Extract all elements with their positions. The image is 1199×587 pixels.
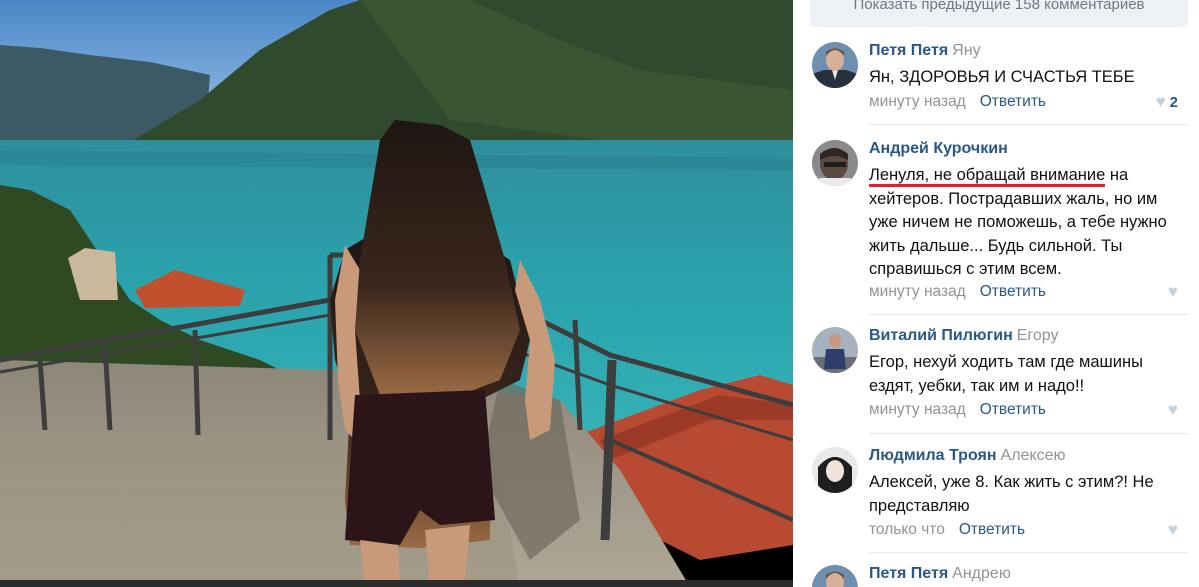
comment-meta: минуту назад Ответить [869,93,1046,111]
heart-icon: ♥ [1155,92,1166,111]
comment: Людмила Троян Алексею Алексей, уже 8. Как… [810,447,1188,542]
heart-icon: ♥ [1167,282,1178,301]
author-name-link[interactable]: Людмила Троян [869,447,997,464]
reply-to-name[interactable]: Егору [1017,327,1059,344]
avatar[interactable] [812,447,858,493]
like-button[interactable]: ♥ [1168,282,1178,302]
divider [869,314,1188,315]
author-name-link[interactable]: Петя Петя [869,42,948,59]
like-count: 2 [1169,93,1178,111]
reply-to-name[interactable]: Андрею [952,565,1011,582]
comment-meta: минуту назад Ответить [869,401,1046,419]
comment-author: Андрей Курочкин [869,140,1008,158]
divider [869,124,1188,125]
author-name-link[interactable]: Виталий Пилюгин [869,327,1013,344]
comment-author: Петя Петя Яну [869,42,981,60]
comment-time[interactable]: минуту назад [869,401,966,418]
like-button[interactable]: ♥ [1168,520,1178,540]
like-button[interactable]: ♥ [1168,400,1178,420]
author-name-link[interactable]: Петя Петя [869,565,948,582]
reply-button[interactable]: Ответить [959,521,1025,538]
avatar[interactable] [812,565,858,587]
photo-bottom-bar [0,580,793,587]
comment-author: Петя Петя Андрею [869,565,1011,583]
divider [869,433,1188,434]
heart-icon: ♥ [1167,400,1178,419]
avatar[interactable] [812,42,858,88]
reply-button[interactable]: Ответить [980,93,1046,110]
reply-to-name[interactable]: Алексею [1001,447,1066,464]
underlined-phrase: Ленуля, не обращай внимание [869,166,1106,187]
comment: Петя Петя Яну Ян, ЗДОРОВЬЯ И СЧАСТЬЯ ТЕБЕ… [810,42,1188,122]
comment-author: Виталий Пилюгин Егору [869,327,1059,345]
heart-icon: ♥ [1167,520,1178,539]
comments-panel: Показать предыдущие 158 комментариев Пет… [793,0,1199,587]
comment-text: Ян, ЗДОРОВЬЯ И СЧАСТЬЯ ТЕБЕ [869,68,1135,86]
comment-time[interactable]: минуту назад [869,283,966,300]
reply-to-name[interactable]: Яну [952,42,980,59]
comment: Андрей Курочкин Ленуля, не обращай внима… [810,140,1188,305]
comment-author: Людмила Троян Алексею [869,447,1066,465]
comment-text: Алексей, уже 8. Как жить с этим?! Не пре… [869,473,1154,515]
comment-time[interactable]: только что [869,521,945,538]
photo-illustration [0,0,793,587]
reply-button[interactable]: Ответить [980,283,1046,300]
comment: Петя Петя Андрею [810,565,1188,587]
comment: Виталий Пилюгин Егору Егор, нехуй ходить … [810,327,1188,422]
comment-text: Егор, нехуй ходить там где машины ездят,… [869,353,1143,395]
comment-text: Ленуля, не обращай внимание на хейтеров.… [869,164,1185,282]
comment-meta: минуту назад Ответить [869,283,1046,301]
show-previous-comments-button[interactable]: Показать предыдущие 158 комментариев [810,0,1188,27]
divider [869,552,1188,553]
author-name-link[interactable]: Андрей Курочкин [869,140,1008,157]
avatar[interactable] [812,327,858,373]
comment-meta: только что Ответить [869,521,1025,539]
post-photo[interactable] [0,0,793,587]
comment-time[interactable]: минуту назад [869,93,966,110]
reply-button[interactable]: Ответить [980,401,1046,418]
like-button[interactable]: ♥ 2 [1156,92,1178,112]
avatar[interactable] [812,140,858,186]
